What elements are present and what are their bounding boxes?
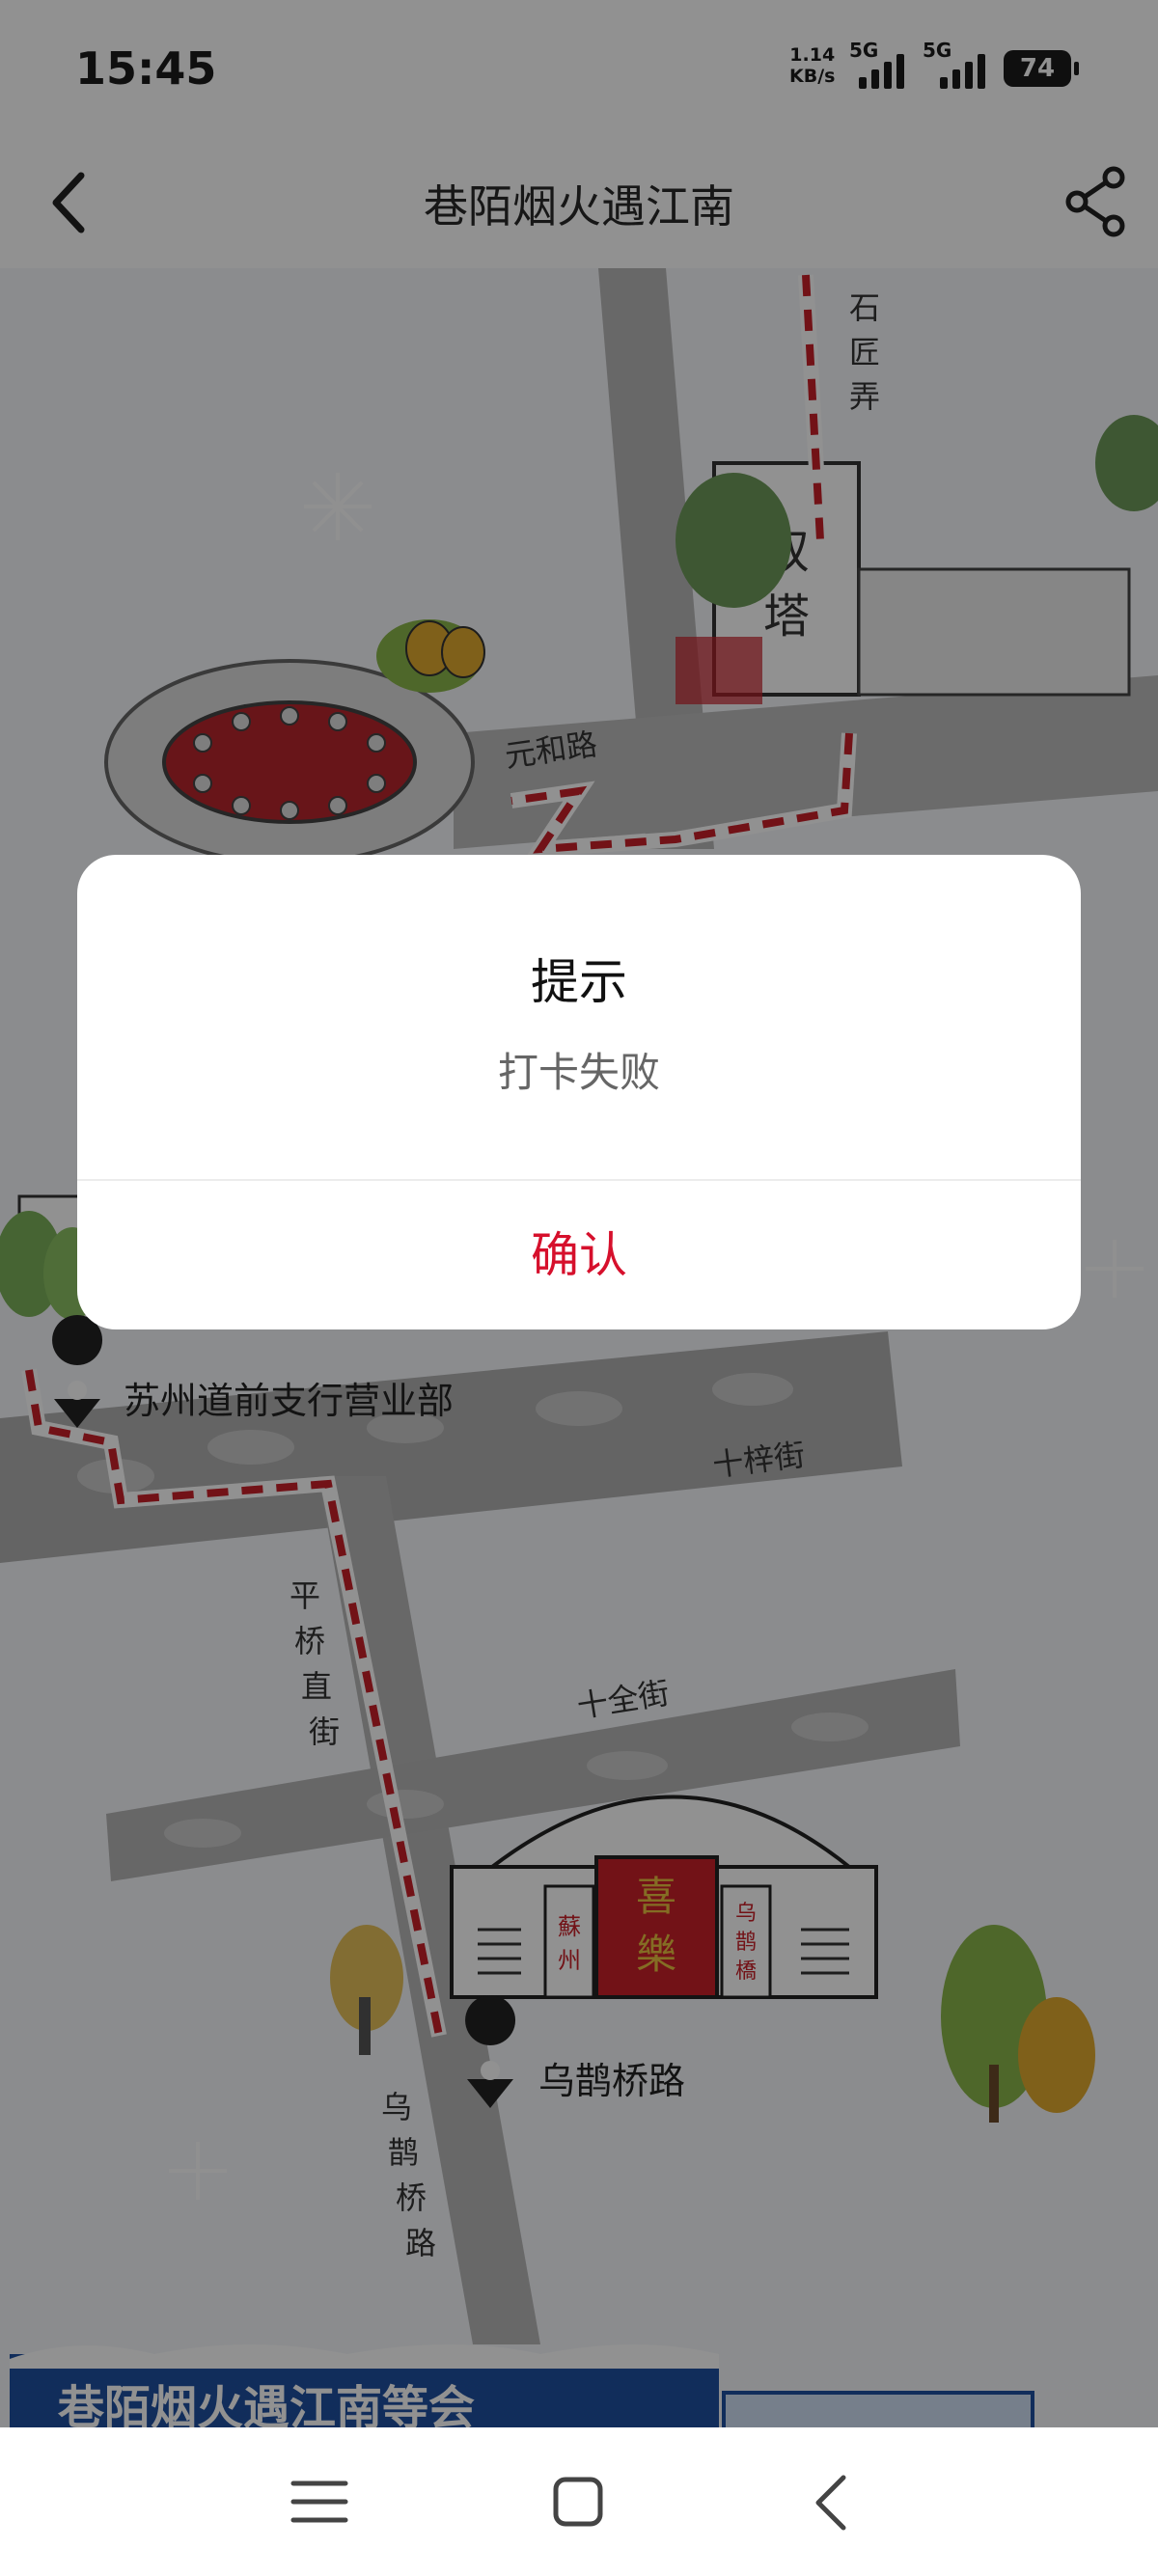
- dialog-message: 打卡失败: [497, 1049, 660, 1096]
- system-nav-bar: [0, 2427, 1158, 2576]
- dialog-title: 提示: [531, 954, 627, 1010]
- alert-dialog: 提示 打卡失败 确认: [77, 855, 1081, 1329]
- confirm-button[interactable]: 确认: [77, 1181, 1081, 1329]
- back-icon[interactable]: [803, 2468, 861, 2537]
- home-icon[interactable]: [548, 2472, 608, 2532]
- menu-icon[interactable]: [286, 2478, 353, 2526]
